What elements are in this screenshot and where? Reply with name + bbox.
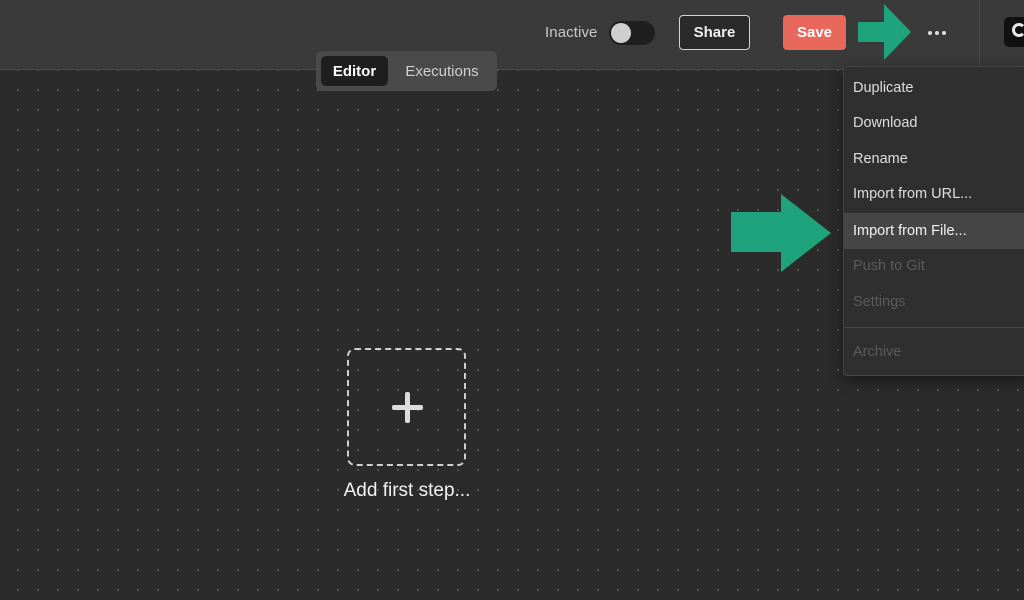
workflow-editor-app: Inactive Share Save Editor Executions Du…	[0, 0, 1024, 600]
view-tab-switcher: Editor Executions	[316, 51, 497, 91]
menu-item-download[interactable]: Download	[844, 106, 1024, 140]
logo-icon[interactable]	[1004, 17, 1024, 47]
tab-editor[interactable]: Editor	[321, 56, 388, 86]
save-button[interactable]: Save	[783, 15, 846, 50]
toggle-knob	[611, 23, 631, 43]
active-toggle[interactable]	[609, 21, 655, 45]
menu-item-archive: Archive	[853, 344, 902, 360]
share-button[interactable]: Share	[679, 15, 750, 50]
menu-item-rename[interactable]: Rename	[844, 142, 1024, 176]
add-first-step-label: Add first step...	[343, 480, 471, 501]
tab-executions[interactable]: Executions	[394, 56, 490, 86]
add-first-step-button[interactable]	[347, 348, 466, 466]
annotation-arrow-icon	[731, 194, 831, 272]
menu-item-import-from-url[interactable]: Import from URL...	[844, 177, 1024, 211]
header-divider	[979, 0, 980, 70]
annotation-arrow-icon	[858, 4, 911, 60]
active-toggle-label: Inactive	[545, 24, 598, 41]
menu-item-duplicate[interactable]: Duplicate	[844, 71, 1024, 105]
ellipsis-icon[interactable]	[922, 18, 952, 48]
menu-item-settings: Settings	[853, 294, 906, 310]
menu-divider	[844, 327, 1024, 328]
menu-item-import-from-file[interactable]: Import from File...	[844, 213, 1024, 249]
menu-item-push-to-git: Push to Git	[853, 258, 925, 274]
workflow-options-menu: Duplicate Download Rename Import from UR…	[843, 66, 1024, 376]
